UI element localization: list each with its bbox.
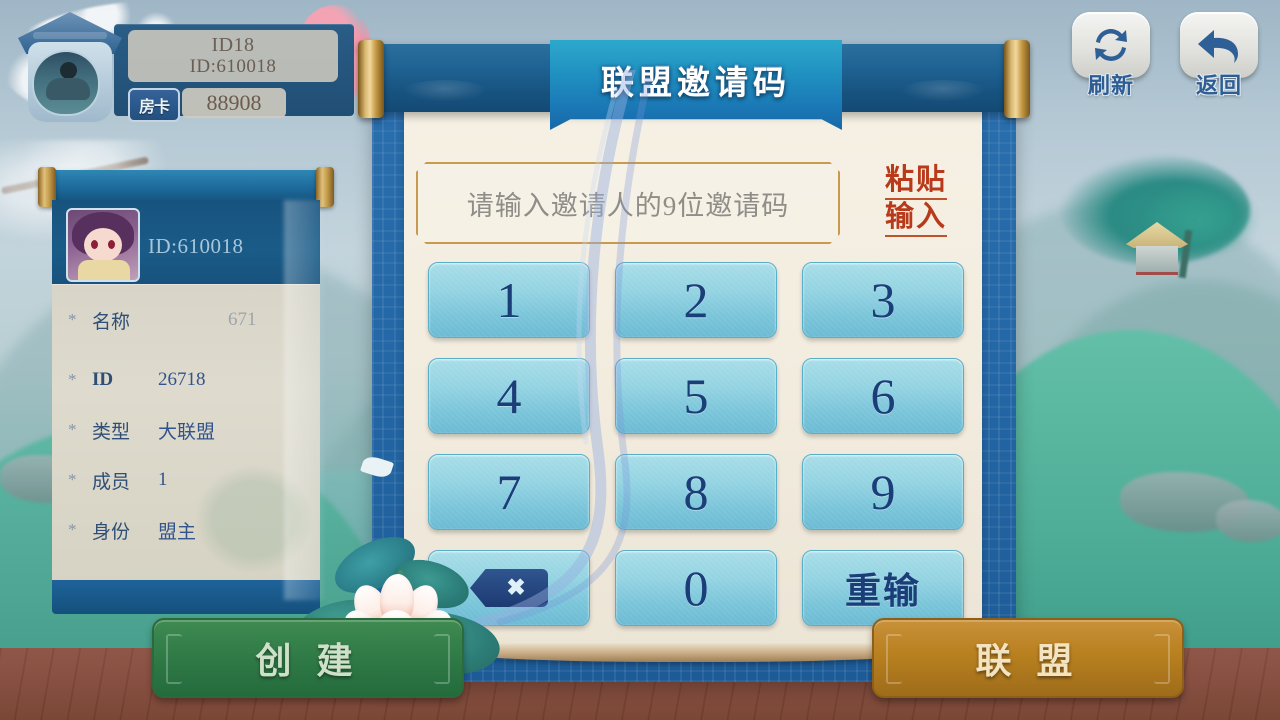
alliance-value-type: 大联盟 (158, 421, 216, 443)
alliance-value-members: 1 (158, 469, 168, 490)
alliance-label-role: 身份 (92, 521, 131, 543)
avatar-body (46, 78, 90, 100)
avatar-dress (78, 260, 130, 280)
key-0-label: 0 (683, 560, 709, 616)
key-6[interactable]: 6 (802, 358, 964, 434)
scroll-rod-top (46, 170, 326, 204)
rod-cap-left (358, 40, 384, 118)
key-reset-label: 重输 (844, 571, 921, 611)
key-9[interactable]: 9 (802, 454, 964, 530)
avatar-head (60, 62, 77, 79)
invite-code-placeholder: 请输入邀请人的9位邀请码 (466, 190, 790, 221)
join-alliance-label: 联 盟 (975, 641, 1081, 681)
avatar-face (84, 228, 122, 262)
invite-code-input[interactable]: 请输入邀请人的9位邀请码 (416, 162, 840, 244)
alliance-avatar[interactable] (66, 208, 140, 282)
key-6-label: 6 (870, 368, 896, 424)
bullet-star-icon: * (68, 370, 77, 389)
key-1[interactable]: 1 (428, 262, 590, 338)
key-4[interactable]: 4 (428, 358, 590, 434)
alliance-header: ID:610018 (52, 200, 320, 284)
refresh-button-label: 刷新 (1087, 73, 1134, 98)
avatar[interactable] (32, 50, 100, 116)
paste-label-line1: 粘贴 (884, 164, 947, 200)
create-alliance-button[interactable]: 创 建 (152, 618, 464, 698)
key-3[interactable]: 3 (802, 262, 964, 338)
invite-code-input-row: 请输入邀请人的9位邀请码 粘贴 输入 (416, 158, 976, 246)
alliance-row-id: * ID 26718 (68, 364, 308, 396)
top-right-button-group: 刷新 返回 (1064, 12, 1266, 98)
bullet-star-icon: * (68, 310, 77, 329)
refresh-button[interactable]: 刷新 (1064, 12, 1158, 98)
back-button[interactable]: 返回 (1172, 12, 1266, 98)
player-name-box: ID18 ID:610018 (128, 30, 338, 82)
numeric-keypad: 1 2 3 4 5 6 7 8 9 ✖ 0 重输 (428, 262, 964, 630)
key-8[interactable]: 8 (615, 454, 777, 530)
alliance-info-scroll: ID:610018 * 名称 671 * ID 26718 * 类型 大联盟 *… (38, 167, 334, 615)
key-2-label: 2 (683, 272, 709, 328)
key-0[interactable]: 0 (615, 550, 777, 626)
alliance-value-name: 671 (228, 309, 257, 330)
rod-cap-right (1004, 40, 1030, 118)
alliance-label-id: ID (92, 369, 114, 390)
key-9-label: 9 (870, 464, 896, 520)
rock (1216, 500, 1280, 542)
alliance-value-id: 26718 (158, 369, 206, 390)
pavilion-roof (1126, 222, 1188, 248)
alliance-row-type: * 类型 大联盟 (68, 414, 308, 446)
avatar-eye (108, 240, 115, 249)
invite-code-panel: 联盟邀请码 请输入邀请人的9位邀请码 粘贴 输入 1 2 3 4 5 6 7 8… (358, 18, 1030, 682)
player-id: ID:610018 (189, 55, 277, 77)
key-7-label: 7 (496, 464, 522, 520)
key-1-label: 1 (496, 272, 522, 328)
alliance-detail-list: * 名称 671 * ID 26718 * 类型 大联盟 * 成员 1 * 身份 (52, 284, 320, 584)
alliance-label-type: 类型 (92, 421, 131, 443)
room-card-icon: 房卡 (128, 88, 180, 122)
bullet-star-icon: * (68, 420, 77, 439)
key-2[interactable]: 2 (615, 262, 777, 338)
pavilion-icon (1120, 222, 1194, 275)
avatar-eye (91, 240, 98, 249)
alliance-label-members: 成员 (92, 471, 131, 493)
key-backspace[interactable]: ✖ (428, 550, 590, 626)
room-card-count: 88908 (182, 88, 286, 118)
join-alliance-button[interactable]: 联 盟 (872, 618, 1184, 698)
paste-label-line2: 输入 (884, 201, 947, 237)
key-5[interactable]: 5 (615, 358, 777, 434)
scroll-rod-bottom (52, 580, 320, 614)
game-screen: ID18 ID:610018 房卡 88908 ID:610018 * 名称 6… (0, 0, 1280, 720)
key-4-label: 4 (496, 368, 522, 424)
player-info-card[interactable]: ID18 ID:610018 房卡 88908 (10, 8, 354, 126)
alliance-row-role: * 身份 盟主 (68, 514, 308, 546)
backspace-x-glyph: ✖ (506, 575, 526, 600)
create-alliance-label: 创 建 (255, 641, 361, 681)
backspace-icon: ✖ (470, 569, 548, 607)
alliance-row-members: * 成员 1 (68, 464, 308, 496)
key-5-label: 5 (683, 368, 709, 424)
key-3-label: 3 (870, 272, 896, 328)
key-8-label: 8 (683, 464, 709, 520)
bullet-star-icon: * (68, 470, 77, 489)
alliance-owner-id: ID:610018 (148, 234, 244, 258)
player-name: ID18 (211, 33, 255, 56)
alliance-value-role: 盟主 (158, 521, 197, 543)
alliance-label-name: 名称 (92, 311, 131, 333)
key-reset[interactable]: 重输 (802, 550, 964, 626)
page-title: 联盟邀请码 (601, 66, 791, 102)
paste-input-button[interactable]: 粘贴 输入 (868, 158, 964, 244)
alliance-row-name: * 名称 671 (68, 304, 308, 336)
back-button-label: 返回 (1195, 73, 1242, 98)
key-7[interactable]: 7 (428, 454, 590, 530)
pavilion-body (1136, 246, 1178, 275)
bullet-star-icon: * (68, 520, 77, 539)
